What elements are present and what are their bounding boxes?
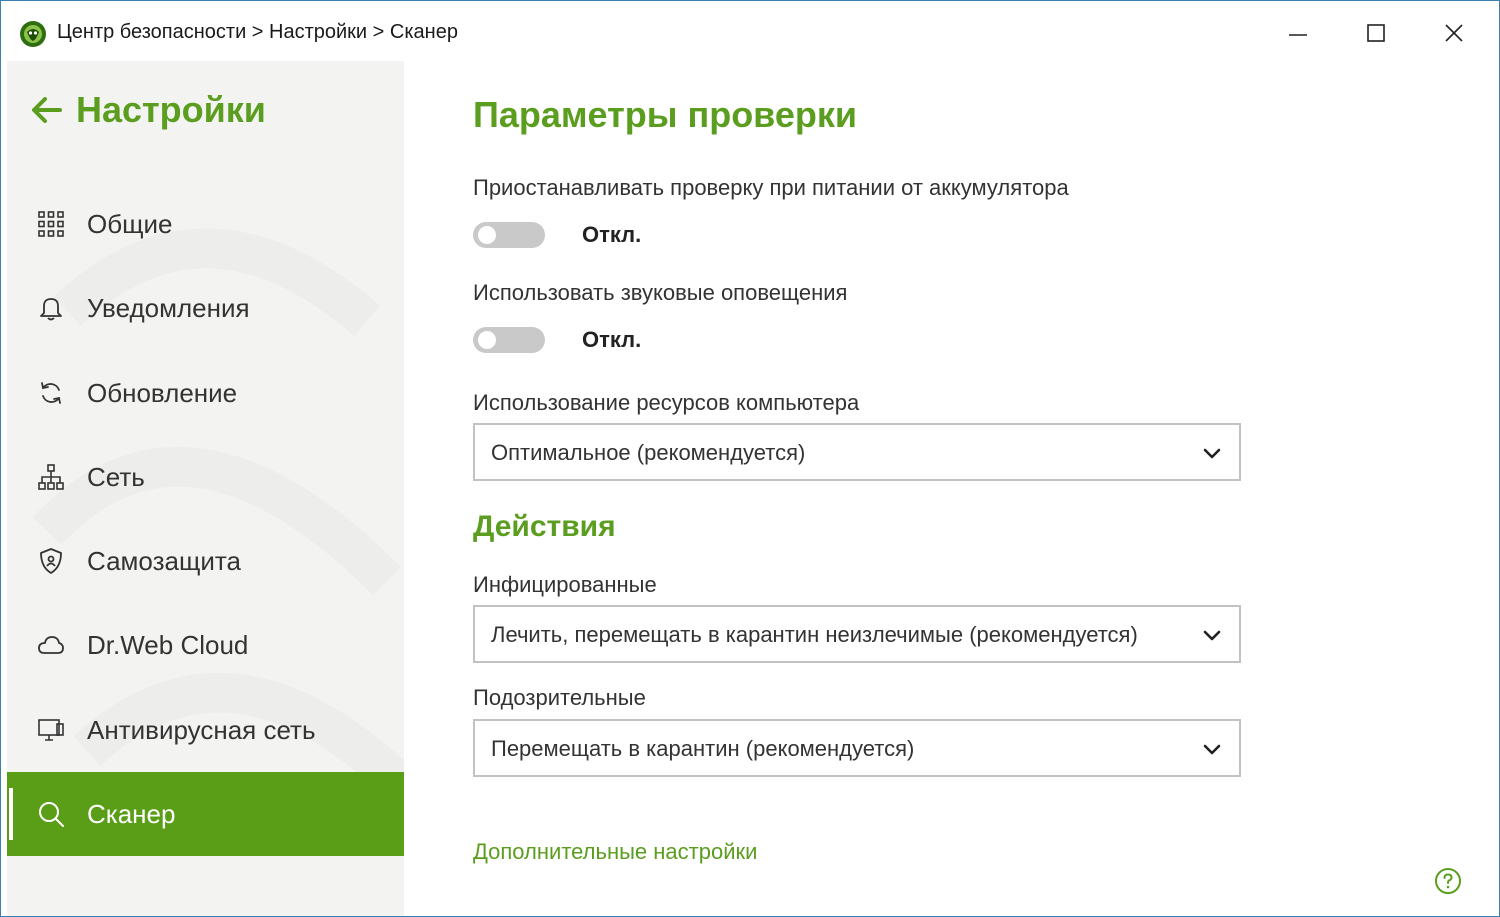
infected-select-value: Лечить, перемещать в карантин неизлечимы… xyxy=(491,622,1138,647)
sound-toggle[interactable] xyxy=(473,327,545,353)
resources-select-value: Оптимальное (рекомендуется) xyxy=(491,440,806,465)
app-window: Центр безопасности > Настройки > Сканер … xyxy=(0,0,1500,917)
sidebar-item-drweb-cloud[interactable]: Dr.Web Cloud xyxy=(7,603,404,687)
monitor-icon xyxy=(37,716,65,744)
refresh-icon xyxy=(37,379,65,407)
sidebar-item-general[interactable]: Общие xyxy=(7,182,404,266)
breadcrumb: Центр безопасности > Настройки > Сканер xyxy=(57,21,458,43)
network-icon xyxy=(37,463,65,491)
battery-label: Приостанавливать проверку при питании от… xyxy=(473,175,1069,200)
close-button[interactable] xyxy=(1424,11,1484,55)
shield-icon xyxy=(37,547,65,575)
advanced-settings-link[interactable]: Дополнительные настройки xyxy=(473,839,757,865)
sidebar-item-scanner[interactable]: Сканер xyxy=(7,772,404,856)
grid-icon xyxy=(37,210,65,238)
sound-toggle-row: Откл. xyxy=(473,327,641,353)
sidebar-item-antivirus-network[interactable]: Антивирусная сеть xyxy=(7,688,404,772)
active-indicator xyxy=(9,788,13,840)
sidebar-item-label: Сеть xyxy=(87,461,145,492)
drweb-logo-icon xyxy=(19,20,47,48)
back-to-settings[interactable]: Настройки xyxy=(32,89,266,131)
sidebar-item-label: Самозащита xyxy=(87,545,241,576)
sidebar-item-label: Сканер xyxy=(87,798,176,829)
title-bar: Центр безопасности > Настройки > Сканер xyxy=(1,1,1499,61)
minimize-icon xyxy=(1289,34,1307,36)
settings-title: Настройки xyxy=(76,89,266,130)
close-icon xyxy=(1445,24,1463,42)
chevron-down-icon xyxy=(1203,630,1221,641)
sidebar-item-network[interactable]: Сеть xyxy=(7,435,404,519)
battery-toggle[interactable] xyxy=(473,222,545,248)
sidebar-item-self-protection[interactable]: Самозащита xyxy=(7,519,404,603)
minimize-button[interactable] xyxy=(1268,11,1328,55)
sound-label: Использовать звуковые оповещения xyxy=(473,280,848,305)
infected-select[interactable]: Лечить, перемещать в карантин неизлечимы… xyxy=(473,605,1241,663)
sidebar-item-label: Обновление xyxy=(87,377,238,408)
toggle-knob xyxy=(478,226,496,244)
chevron-down-icon xyxy=(1203,448,1221,459)
sidebar-item-update[interactable]: Обновление xyxy=(7,351,404,435)
arrow-left-icon xyxy=(32,97,62,123)
battery-toggle-row: Откл. xyxy=(473,222,641,248)
resources-label: Использование ресурсов компьютера xyxy=(473,390,860,415)
maximize-icon xyxy=(1367,24,1385,42)
page-title: Параметры проверки xyxy=(473,94,857,135)
sidebar-item-label: Общие xyxy=(87,208,173,239)
maximize-button[interactable] xyxy=(1346,11,1406,55)
search-icon xyxy=(37,800,65,828)
suspicious-select-value: Перемещать в карантин (рекомендуется) xyxy=(491,736,915,761)
help-icon[interactable] xyxy=(1434,867,1462,895)
infected-label: Инфицированные xyxy=(473,572,657,597)
sound-toggle-state: Откл. xyxy=(582,327,642,352)
toggle-knob xyxy=(478,331,496,349)
sidebar-item-notifications[interactable]: Уведомления xyxy=(7,266,404,350)
bell-icon xyxy=(37,294,65,322)
suspicious-label: Подозрительные xyxy=(473,685,646,710)
sidebar-item-label: Антивирусная сеть xyxy=(87,714,316,745)
sidebar: Настройки Общие Уведомления Обновление С… xyxy=(7,61,404,916)
sidebar-item-label: Dr.Web Cloud xyxy=(87,629,249,660)
suspicious-select[interactable]: Перемещать в карантин (рекомендуется) xyxy=(473,719,1241,777)
actions-title: Действия xyxy=(473,510,616,543)
chevron-down-icon xyxy=(1203,744,1221,755)
battery-toggle-state: Откл. xyxy=(582,222,642,247)
sidebar-item-label: Уведомления xyxy=(87,292,250,323)
resources-select[interactable]: Оптимальное (рекомендуется) xyxy=(473,423,1241,481)
cloud-icon xyxy=(37,631,65,659)
